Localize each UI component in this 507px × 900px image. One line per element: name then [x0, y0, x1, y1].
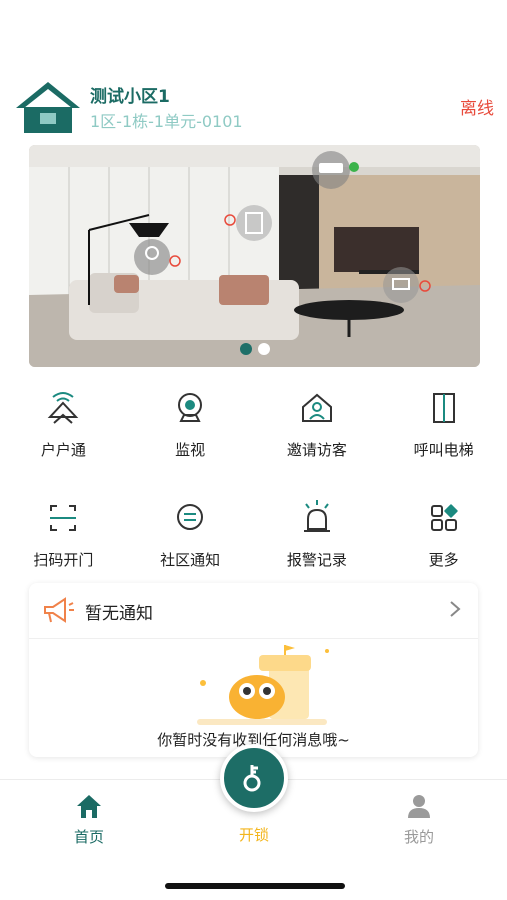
scan-icon [50, 505, 77, 531]
community-name[interactable]: 测试小区1 [90, 82, 170, 107]
living-room-image [29, 145, 480, 367]
tab-mine-label: 我的 [403, 828, 434, 846]
curtain-icon [236, 205, 272, 241]
notice-icon [177, 504, 204, 530]
megaphone-icon [44, 597, 74, 623]
lamp-icon [134, 239, 170, 275]
carousel-indicator [29, 343, 480, 355]
invite-visitor-label: 邀请访客 [286, 441, 347, 459]
alarm-icon [303, 500, 330, 532]
tab-unlock-label[interactable]: 开锁 [214, 824, 294, 845]
call-elevator-button[interactable]: 呼叫电梯 [380, 385, 507, 495]
tab-home[interactable]: 首页 [49, 792, 129, 847]
user-icon [408, 795, 430, 818]
intercom-button[interactable]: 户户通 [0, 385, 127, 495]
more-icon [430, 504, 458, 531]
elevator-icon [432, 393, 455, 423]
function-grid: 户户通 监视 邀请访客 呼叫电梯 扫码开门 社区通知 报警记录 更多 [0, 385, 507, 605]
alarm-record-label: 报警记录 [286, 551, 347, 569]
carousel-dot[interactable] [239, 343, 252, 355]
unit-address[interactable]: 1区-1栋-1单元-0101 [90, 108, 243, 132]
house-icon [16, 82, 80, 133]
monitor-label: 监视 [175, 441, 206, 459]
intercom-icon [48, 392, 79, 424]
more-label: 更多 [428, 551, 459, 569]
notice-title: 暂无通知 [85, 604, 153, 624]
monitor-button[interactable]: 监视 [127, 385, 254, 495]
status-badge: 离线 [460, 99, 494, 119]
key-icon [243, 765, 261, 792]
header: 测试小区1 1区-1栋-1单元-0101 离线 [14, 80, 494, 136]
home-indicator [165, 883, 345, 889]
notice-card: 暂无通知 你暂时没有收到任何消息哦~ [29, 583, 478, 757]
scan-open-label: 扫码开门 [33, 551, 94, 569]
tv-box-icon [383, 267, 419, 303]
notice-header[interactable]: 暂无通知 [29, 583, 478, 639]
tab-mine[interactable]: 我的 [379, 792, 459, 847]
chevron-right-icon[interactable] [448, 599, 462, 619]
unlock-button[interactable] [220, 744, 288, 812]
community-notice-label: 社区通知 [160, 551, 221, 569]
tab-home-label: 首页 [73, 828, 104, 846]
intercom-label: 户户通 [40, 441, 86, 459]
invite-visitor-icon [301, 393, 332, 422]
home-icon [77, 795, 101, 818]
carousel-dot[interactable] [257, 343, 270, 355]
invite-visitor-button[interactable]: 邀请访客 [254, 385, 381, 495]
banner-carousel[interactable] [29, 145, 480, 367]
call-elevator-label: 呼叫电梯 [413, 441, 474, 459]
camera-icon [178, 393, 203, 422]
empty-mailbox-illustration [197, 645, 329, 725]
